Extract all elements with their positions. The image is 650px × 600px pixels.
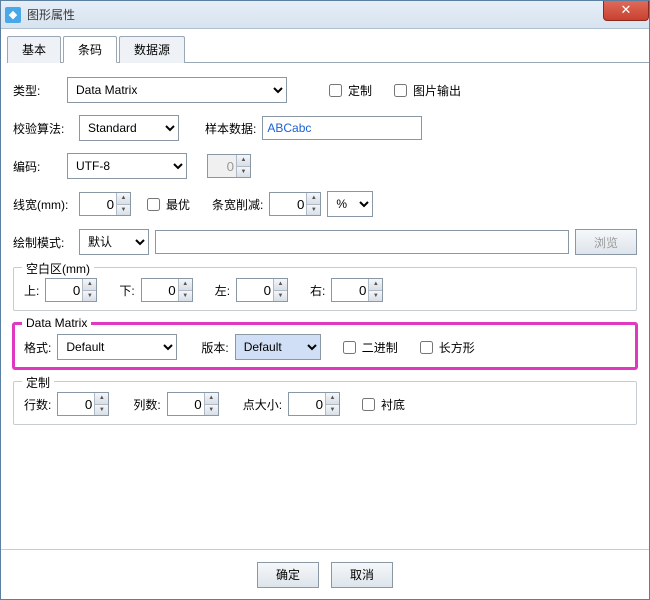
dm-binary-checkbox[interactable]: 二进制 [339, 338, 398, 357]
spinner-up-icon: ▲ [237, 155, 250, 167]
app-icon: ◆ [5, 7, 21, 23]
type-select[interactable]: Data Matrix [67, 77, 287, 103]
cols-label: 列数: [133, 396, 160, 413]
spinner-up-icon[interactable]: ▲ [307, 193, 320, 205]
custom-fieldset: 定制 行数: ▲▼ 列数: ▲▼ 点大小: ▲▼ [13, 381, 637, 425]
image-output-checkbox[interactable]: 图片输出 [390, 81, 461, 100]
dm-legend: Data Matrix [22, 316, 91, 330]
browse-button: 浏览 [575, 229, 637, 255]
linewidth-label: 线宽(mm): [13, 196, 73, 213]
margin-fieldset: 空白区(mm) 上: ▲▼ 下: ▲▼ 左: ▲▼ [13, 267, 637, 311]
margin-legend: 空白区(mm) [22, 260, 94, 277]
close-button[interactable]: ✕ [603, 1, 649, 21]
spinner-down-icon[interactable]: ▼ [117, 205, 130, 216]
bar-reduce-spinner[interactable]: ▲▼ [269, 192, 321, 216]
close-icon: ✕ [621, 2, 632, 17]
dm-format-select[interactable]: Default [57, 334, 177, 360]
titlebar: ◆ 图形属性 ✕ [1, 1, 649, 29]
ok-button[interactable]: 确定 [257, 562, 319, 588]
dm-format-label: 格式: [24, 339, 51, 356]
encoding-label: 编码: [13, 158, 61, 175]
bar-reduce-label: 条宽削减: [212, 196, 263, 213]
liner-checkbox[interactable]: 衬底 [358, 395, 405, 414]
data-matrix-fieldset: Data Matrix 格式: Default 版本: Default 二进制 … [13, 323, 637, 369]
tab-content: 类型: Data Matrix 定制 图片输出 校验算法: Standard 样… [1, 63, 649, 549]
rows-label: 行数: [24, 396, 51, 413]
drawmode-select[interactable]: 默认 [79, 229, 149, 255]
rows-spinner[interactable]: ▲▼ [57, 392, 109, 416]
check-algo-select[interactable]: Standard [79, 115, 179, 141]
margin-top-label: 上: [24, 282, 39, 299]
custom-checkbox[interactable]: 定制 [325, 81, 372, 100]
dot-spinner[interactable]: ▲▼ [288, 392, 340, 416]
sample-data-label: 样本数据: [205, 120, 256, 137]
margin-bottom-label: 下: [119, 282, 134, 299]
type-label: 类型: [13, 82, 61, 99]
spinner-down-icon: ▼ [237, 167, 250, 178]
custom-legend: 定制 [22, 374, 54, 391]
margin-left-label: 左: [215, 282, 230, 299]
cols-spinner[interactable]: ▲▼ [167, 392, 219, 416]
dialog-window: ◆ 图形属性 ✕ 基本 条码 数据源 类型: Data Matrix 定制 图片… [0, 0, 650, 600]
margin-left-spinner[interactable]: ▲▼ [236, 278, 288, 302]
drawmode-path [155, 230, 569, 254]
encoding-select[interactable]: UTF-8 [67, 153, 187, 179]
spinner-down-icon[interactable]: ▼ [307, 205, 320, 216]
dot-label: 点大小: [243, 396, 282, 413]
sample-data-input[interactable] [262, 116, 422, 140]
spinner-up-icon[interactable]: ▲ [117, 193, 130, 205]
drawmode-label: 绘制模式: [13, 234, 73, 251]
tab-datasource[interactable]: 数据源 [119, 36, 185, 63]
encoding-extra-spinner: ▲▼ [207, 154, 251, 178]
margin-bottom-spinner[interactable]: ▲▼ [141, 278, 193, 302]
dm-version-select[interactable]: Default [235, 334, 321, 360]
tab-basic[interactable]: 基本 [7, 36, 61, 63]
cancel-button[interactable]: 取消 [331, 562, 393, 588]
margin-right-spinner[interactable]: ▲▼ [331, 278, 383, 302]
bar-reduce-unit[interactable]: % [327, 191, 373, 217]
margin-right-label: 右: [310, 282, 325, 299]
optimal-checkbox[interactable]: 最优 [143, 195, 190, 214]
window-title: 图形属性 [27, 6, 75, 23]
check-algo-label: 校验算法: [13, 120, 73, 137]
dm-version-label: 版本: [201, 339, 228, 356]
tab-bar: 基本 条码 数据源 [7, 35, 649, 63]
margin-top-spinner[interactable]: ▲▼ [45, 278, 97, 302]
linewidth-spinner[interactable]: ▲▼ [79, 192, 131, 216]
tab-barcode[interactable]: 条码 [63, 36, 117, 63]
dialog-footer: 确定 取消 [1, 549, 649, 599]
dm-rect-checkbox[interactable]: 长方形 [416, 338, 475, 357]
